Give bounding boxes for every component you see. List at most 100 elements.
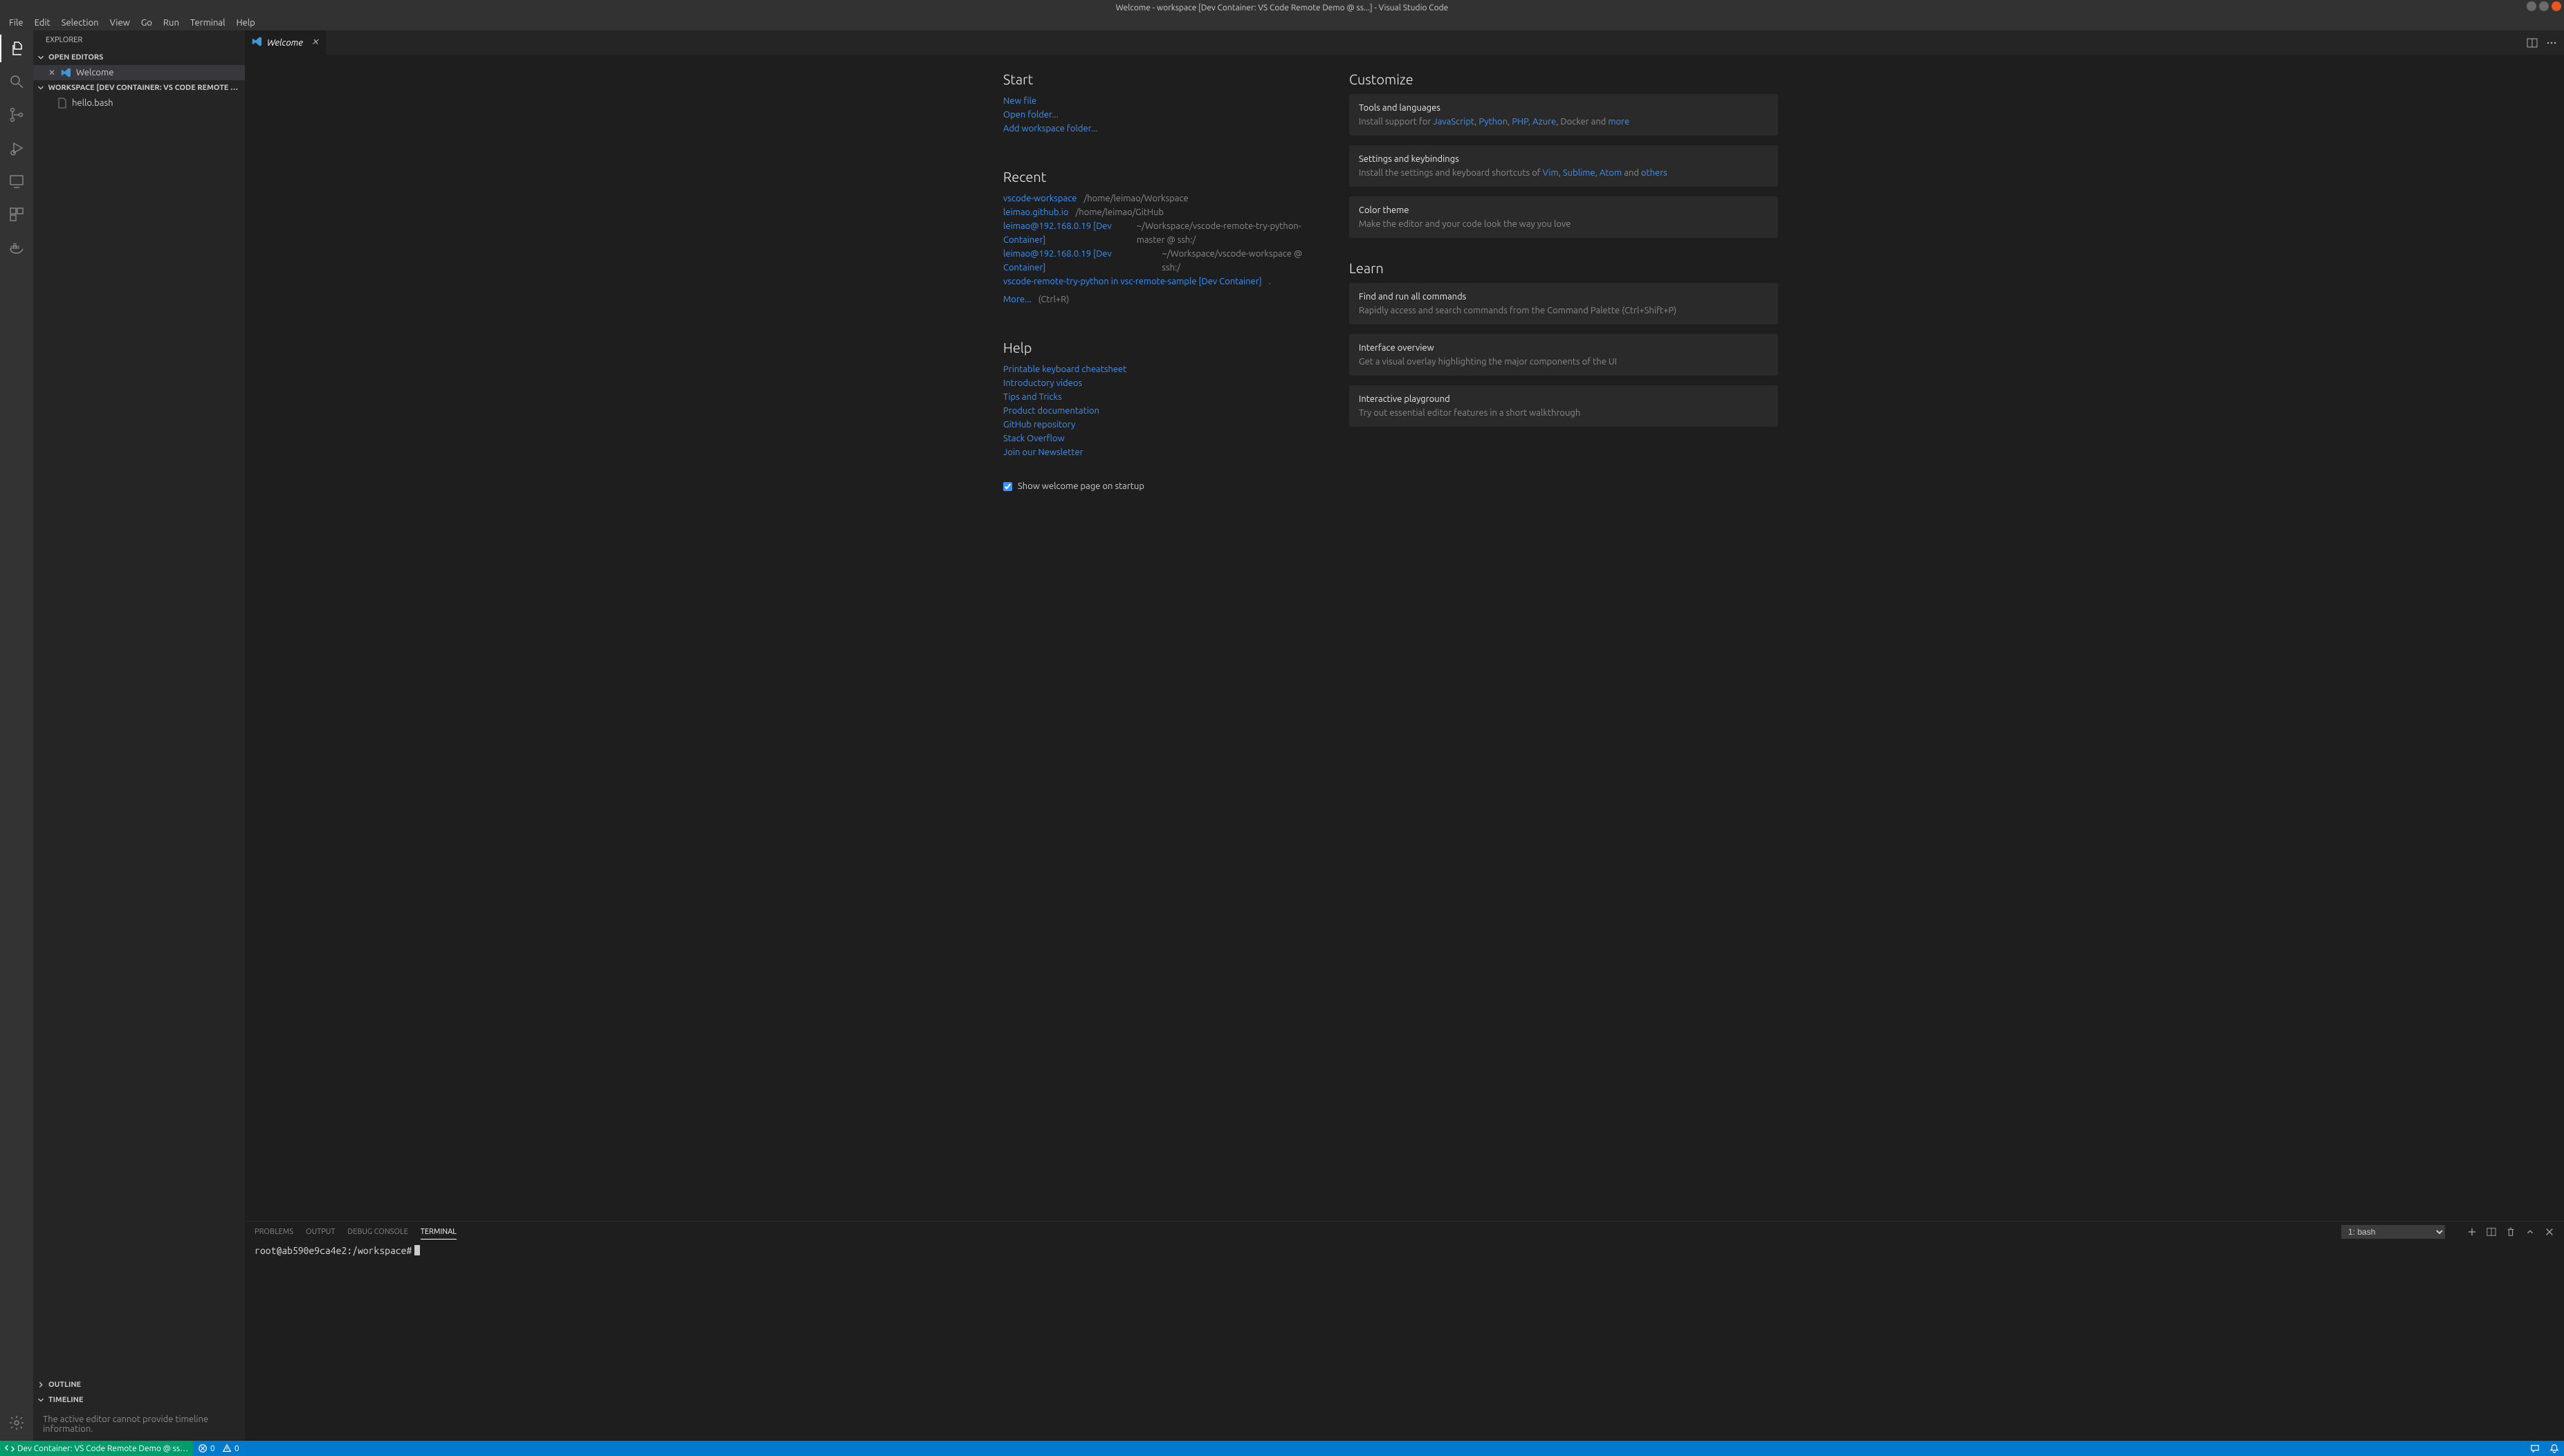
more-link[interactable]: more bbox=[1608, 117, 1629, 127]
recent-link[interactable]: vscode-workspace bbox=[1003, 192, 1077, 205]
open-editor-label: Welcome bbox=[76, 68, 113, 77]
learn-section: Learn Find and run all commands Rapidly … bbox=[1349, 260, 1778, 427]
open-editor-item[interactable]: ✕ Welcome bbox=[33, 65, 245, 80]
recent-link[interactable]: leimao@192.168.0.19 [Dev Container] bbox=[1003, 219, 1130, 247]
card-overview[interactable]: Interface overview Get a visual overlay … bbox=[1349, 334, 1778, 376]
workspace-header[interactable]: Workspace [Dev Container: VS Code Remote… bbox=[33, 80, 245, 95]
panel-tab-debug-console[interactable]: Debug Console bbox=[347, 1225, 408, 1239]
status-bell[interactable] bbox=[2545, 1441, 2564, 1456]
docker-icon bbox=[8, 239, 25, 256]
outline-label: Outline bbox=[48, 1381, 81, 1389]
card-theme-desc: Make the editor and your code look the w… bbox=[1359, 217, 1768, 231]
add-workspace-link[interactable]: Add workspace folder... bbox=[1003, 124, 1098, 133]
help-link[interactable]: Tips and Tricks bbox=[1003, 392, 1062, 402]
open-folder-link[interactable]: Open folder... bbox=[1003, 110, 1059, 120]
activity-scm[interactable] bbox=[0, 101, 33, 129]
menu-terminal[interactable]: Terminal bbox=[185, 17, 230, 29]
maximize-icon[interactable] bbox=[2539, 1, 2549, 11]
menu-help[interactable]: Help bbox=[231, 17, 259, 29]
menu-file[interactable]: File bbox=[4, 17, 28, 29]
recent-link[interactable]: leimao@192.168.0.19 [Dev Container] bbox=[1003, 247, 1155, 275]
recent-link[interactable]: vscode-remote-try-python in vsc-remote-s… bbox=[1003, 275, 1262, 288]
file-item[interactable]: hello.bash bbox=[33, 95, 245, 111]
split-editor-icon[interactable] bbox=[2527, 37, 2538, 48]
card-settings[interactable]: Settings and keybindings Install the set… bbox=[1349, 145, 1778, 187]
split-icon[interactable] bbox=[2487, 1227, 2496, 1237]
card-tools[interactable]: Tools and languages Install support for … bbox=[1349, 94, 1778, 136]
activity-remote[interactable] bbox=[0, 167, 33, 195]
terminal-body[interactable]: root@ab590e9ca4e2:/workspace# bbox=[245, 1242, 2564, 1441]
help-link[interactable]: Product documentation bbox=[1003, 406, 1099, 416]
others-link[interactable]: others bbox=[1641, 168, 1667, 178]
panel-tab-terminal[interactable]: Terminal bbox=[421, 1225, 457, 1240]
sidebar: Explorer Open Editors ✕ Welcome Workspac… bbox=[33, 30, 245, 1441]
trash-icon[interactable] bbox=[2506, 1227, 2516, 1237]
menu-view[interactable]: View bbox=[105, 17, 135, 29]
help-link[interactable]: Stack Overflow bbox=[1003, 434, 1065, 443]
recent-link[interactable]: leimao.github.io bbox=[1003, 205, 1068, 219]
card-playground[interactable]: Interactive playground Try out essential… bbox=[1349, 385, 1778, 427]
menu-selection[interactable]: Selection bbox=[57, 17, 104, 29]
activity-extensions[interactable] bbox=[0, 201, 33, 228]
window-controls bbox=[2527, 1, 2561, 11]
lang-link[interactable]: JavaScript bbox=[1433, 117, 1474, 127]
keymap-link[interactable]: Vim bbox=[1543, 168, 1559, 178]
card-theme[interactable]: Color theme Make the editor and your cod… bbox=[1349, 196, 1778, 238]
keymap-link[interactable]: Atom bbox=[1600, 168, 1622, 178]
help-link[interactable]: Printable keyboard cheatsheet bbox=[1003, 365, 1126, 374]
recent-path: /home/leimao/Workspace bbox=[1083, 192, 1188, 205]
card-settings-prefix: Install the settings and keyboard shortc… bbox=[1359, 168, 1543, 178]
search-icon bbox=[8, 73, 25, 90]
outline-header[interactable]: Outline bbox=[33, 1377, 245, 1392]
file-icon bbox=[57, 98, 68, 109]
card-tools-suffix: , Docker and bbox=[1556, 117, 1608, 127]
plus-icon[interactable] bbox=[2467, 1227, 2477, 1237]
close-icon[interactable] bbox=[2552, 1, 2561, 11]
minimize-icon[interactable] bbox=[2527, 1, 2536, 11]
new-file-link[interactable]: New file bbox=[1003, 96, 1036, 106]
card-settings-title: Settings and keybindings bbox=[1359, 152, 1768, 166]
timeline-header[interactable]: Timeline bbox=[33, 1392, 245, 1408]
status-remote[interactable]: Dev Container: VS Code Remote Demo @ ss… bbox=[0, 1441, 193, 1456]
recent-more-hint: (Ctrl+R) bbox=[1038, 293, 1070, 306]
lang-link[interactable]: Python bbox=[1478, 117, 1508, 127]
recent-path: ~/Workspace/vscode-workspace @ ssh:/ bbox=[1162, 247, 1321, 275]
menu-go[interactable]: Go bbox=[136, 17, 157, 29]
show-welcome-checkbox[interactable]: Show welcome page on startup bbox=[1003, 481, 1321, 491]
card-commands[interactable]: Find and run all commands Rapidly access… bbox=[1349, 283, 1778, 324]
activity-explorer[interactable] bbox=[0, 35, 33, 62]
tab-label: Welcome bbox=[267, 38, 303, 48]
panel-tab-problems[interactable]: Problems bbox=[255, 1225, 293, 1239]
activity-debug[interactable] bbox=[0, 134, 33, 162]
lang-link[interactable]: PHP bbox=[1512, 117, 1528, 127]
activity-docker[interactable] bbox=[0, 234, 33, 261]
tabs-row: Welcome ✕ bbox=[245, 30, 2564, 55]
close-icon[interactable] bbox=[2545, 1227, 2554, 1237]
lang-link[interactable]: Azure bbox=[1532, 117, 1556, 127]
bell-icon bbox=[2549, 1444, 2559, 1453]
recent-path: ~/Workspace/vscode-remote-try-python-mas… bbox=[1137, 219, 1321, 247]
help-link[interactable]: Join our Newsletter bbox=[1003, 448, 1083, 457]
open-editors-header[interactable]: Open Editors bbox=[33, 50, 245, 65]
timeline-label: Timeline bbox=[48, 1396, 83, 1404]
keymap-link[interactable]: Sublime bbox=[1563, 168, 1595, 178]
recent-more-link[interactable]: More... bbox=[1003, 293, 1032, 306]
menu-edit[interactable]: Edit bbox=[30, 17, 55, 29]
panel-tab-output[interactable]: Output bbox=[306, 1225, 335, 1239]
show-welcome-input[interactable] bbox=[1003, 482, 1012, 491]
help-link[interactable]: GitHub repository bbox=[1003, 420, 1075, 430]
close-icon[interactable]: ✕ bbox=[311, 37, 319, 48]
help-link[interactable]: Introductory videos bbox=[1003, 378, 1082, 388]
status-problems[interactable]: 0 0 bbox=[193, 1441, 244, 1456]
more-icon[interactable] bbox=[2546, 37, 2557, 48]
activity-settings[interactable] bbox=[0, 1409, 33, 1437]
close-icon[interactable]: ✕ bbox=[47, 68, 57, 77]
activity-search[interactable] bbox=[0, 68, 33, 95]
status-feedback[interactable] bbox=[2525, 1441, 2545, 1456]
chevron-up-icon[interactable] bbox=[2525, 1227, 2535, 1237]
chevron-down-icon bbox=[36, 83, 46, 93]
menu-run[interactable]: Run bbox=[158, 17, 184, 29]
titlebar: Welcome - workspace [Dev Container: VS C… bbox=[0, 0, 2564, 15]
tab-welcome[interactable]: Welcome ✕ bbox=[245, 30, 327, 55]
terminal-select[interactable]: 1: bash bbox=[2341, 1225, 2445, 1239]
